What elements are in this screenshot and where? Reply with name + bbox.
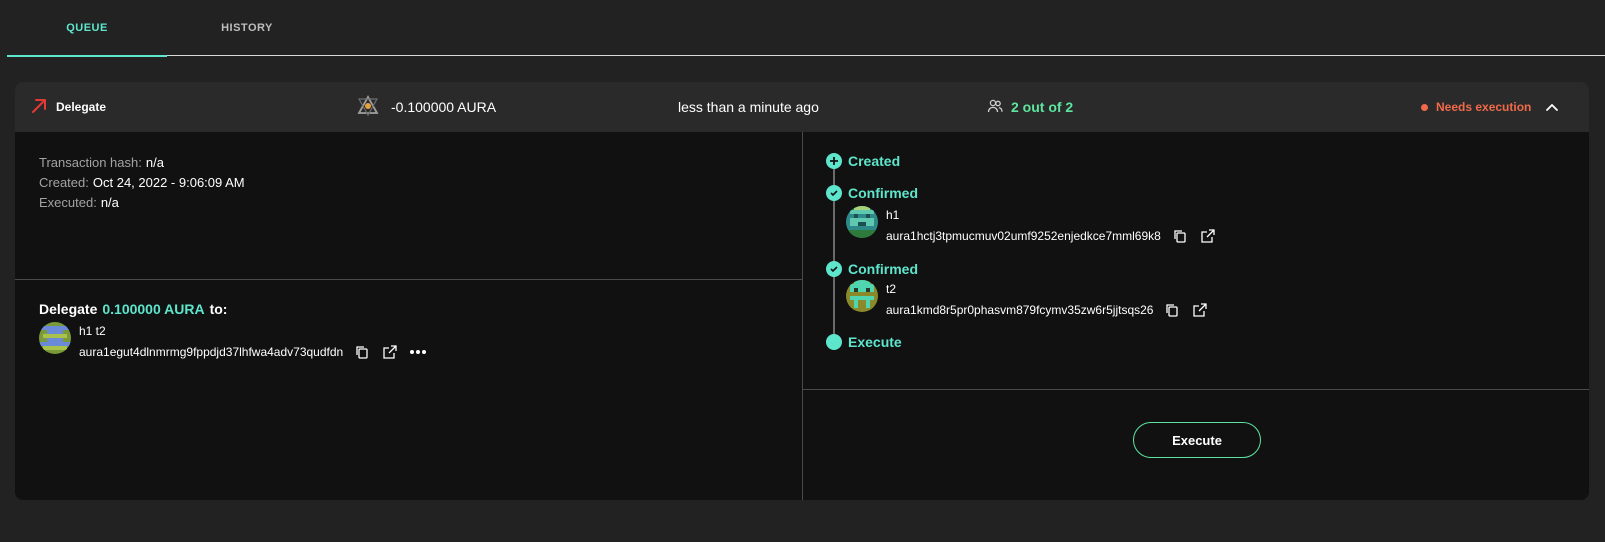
transaction-type: Delegate bbox=[30, 82, 106, 132]
signer-info: t2 aura1kmd8r5pr0phasvm879fcymv35zw6r5jj… bbox=[886, 280, 1209, 322]
tab-history[interactable]: HISTORY bbox=[167, 0, 327, 56]
created-label: Created: bbox=[39, 175, 89, 190]
tab-queue[interactable]: QUEUE bbox=[7, 0, 167, 57]
validator-row: h1 t2 aura1egut4dlnmrmg9fppdjd37lhfwa4ad… bbox=[39, 322, 427, 364]
signer-name: t2 bbox=[886, 282, 897, 296]
executed-label: Executed: bbox=[39, 195, 97, 210]
signers-count: 2 out of 2 bbox=[987, 82, 1073, 132]
collapse-button[interactable] bbox=[1537, 82, 1567, 132]
copy-icon[interactable] bbox=[353, 343, 371, 361]
amount-value: -0.100000 AURA bbox=[391, 99, 497, 115]
transaction-header[interactable]: Delegate -0.100000 AURA less than a minu… bbox=[15, 82, 1589, 132]
delegation-title: Delegate 0.100000 AURA to: bbox=[39, 301, 227, 317]
hash-row: Transaction hash: n/a bbox=[39, 153, 245, 173]
validator-address: aura1egut4dlnmrmg9fppdjd37lhfwa4adv73qud… bbox=[79, 345, 344, 359]
tab-bar: QUEUE HISTORY bbox=[7, 0, 1605, 57]
validator-name: h1 t2 bbox=[79, 324, 106, 338]
external-link-icon[interactable] bbox=[381, 343, 399, 361]
signer-address-row: aura1kmd8r5pr0phasvm879fcymv35zw6r5jjtsq… bbox=[886, 298, 1209, 322]
validator-info: h1 t2 aura1egut4dlnmrmg9fppdjd37lhfwa4ad… bbox=[79, 322, 427, 364]
timeline-step-execute: Execute bbox=[826, 334, 902, 350]
divider bbox=[15, 279, 802, 280]
status-label: Needs execution bbox=[1436, 100, 1532, 114]
delegation-amount: 0.100000 AURA bbox=[102, 301, 205, 317]
signer-address-row: aura1hctj3tpmucmuv02umf9252enjedkce7mml6… bbox=[886, 224, 1217, 248]
external-link-icon[interactable] bbox=[1199, 227, 1217, 245]
check-circle-icon bbox=[826, 261, 842, 277]
timeline-signer-2: t2 aura1kmd8r5pr0phasvm879fcymv35zw6r5jj… bbox=[846, 280, 1209, 322]
transaction-card: Delegate -0.100000 AURA less than a minu… bbox=[15, 82, 1589, 500]
hash-value: n/a bbox=[145, 155, 164, 170]
created-value: Oct 24, 2022 - 9:06:09 AM bbox=[92, 175, 245, 190]
timeline-step-label: Execute bbox=[848, 334, 902, 350]
transaction-meta: Transaction hash: n/a Created: Oct 24, 2… bbox=[39, 153, 245, 213]
check-circle-icon bbox=[826, 185, 842, 201]
timeline-step-confirmed-2: Confirmed bbox=[826, 261, 918, 277]
executed-value: n/a bbox=[100, 195, 119, 210]
aura-token-icon bbox=[357, 94, 379, 120]
created-row: Created: Oct 24, 2022 - 9:06:09 AM bbox=[39, 173, 245, 193]
users-icon bbox=[987, 98, 1003, 117]
signer-address: aura1hctj3tpmucmuv02umf9252enjedkce7mml6… bbox=[886, 229, 1161, 243]
copy-icon[interactable] bbox=[1171, 227, 1189, 245]
transaction-time: less than a minute ago bbox=[678, 99, 819, 115]
signer-avatar bbox=[846, 206, 878, 238]
signer-address: aura1kmd8r5pr0phasvm879fcymv35zw6r5jjtsq… bbox=[886, 303, 1154, 317]
transaction-type-label: Delegate bbox=[56, 100, 107, 114]
delegation-suffix: to: bbox=[209, 301, 228, 317]
timeline-step-label: Confirmed bbox=[848, 261, 918, 277]
signing-progress-panel: Created Confirmed h1 aura1hctj3tpmucmuv0… bbox=[803, 132, 1589, 500]
signer-info: h1 aura1hctj3tpmucmuv02umf9252enjedkce7m… bbox=[886, 206, 1217, 248]
transaction-amount: -0.100000 AURA bbox=[357, 82, 496, 132]
status-badge: Needs execution bbox=[1421, 82, 1531, 132]
status-dot-icon bbox=[1421, 103, 1428, 111]
pending-dot-icon bbox=[826, 334, 842, 350]
signer-avatar bbox=[846, 280, 878, 312]
divider bbox=[803, 389, 1589, 390]
copy-icon[interactable] bbox=[1163, 301, 1181, 319]
execute-button[interactable]: Execute bbox=[1133, 422, 1261, 458]
more-options-icon[interactable] bbox=[409, 343, 427, 361]
arrow-up-right-icon bbox=[30, 97, 48, 118]
executed-row: Executed: n/a bbox=[39, 193, 245, 213]
validator-avatar bbox=[39, 322, 71, 354]
timeline-signer-1: h1 aura1hctj3tpmucmuv02umf9252enjedkce7m… bbox=[846, 206, 1217, 248]
timeline-step-confirmed-1: Confirmed bbox=[826, 185, 918, 201]
timeline-step-created: Created bbox=[826, 153, 900, 169]
external-link-icon[interactable] bbox=[1191, 301, 1209, 319]
signer-name: h1 bbox=[886, 208, 900, 222]
hash-label: Transaction hash: bbox=[39, 155, 142, 170]
delegation-prefix: Delegate bbox=[39, 301, 98, 317]
signers-label: 2 out of 2 bbox=[1011, 99, 1074, 115]
plus-circle-icon bbox=[826, 153, 842, 169]
transaction-details-panel: Transaction hash: n/a Created: Oct 24, 2… bbox=[15, 132, 803, 500]
chevron-up-icon bbox=[1546, 103, 1558, 111]
validator-address-row: aura1egut4dlnmrmg9fppdjd37lhfwa4adv73qud… bbox=[79, 340, 427, 364]
timeline-step-label: Created bbox=[848, 153, 901, 169]
timeline-step-label: Confirmed bbox=[848, 185, 918, 201]
